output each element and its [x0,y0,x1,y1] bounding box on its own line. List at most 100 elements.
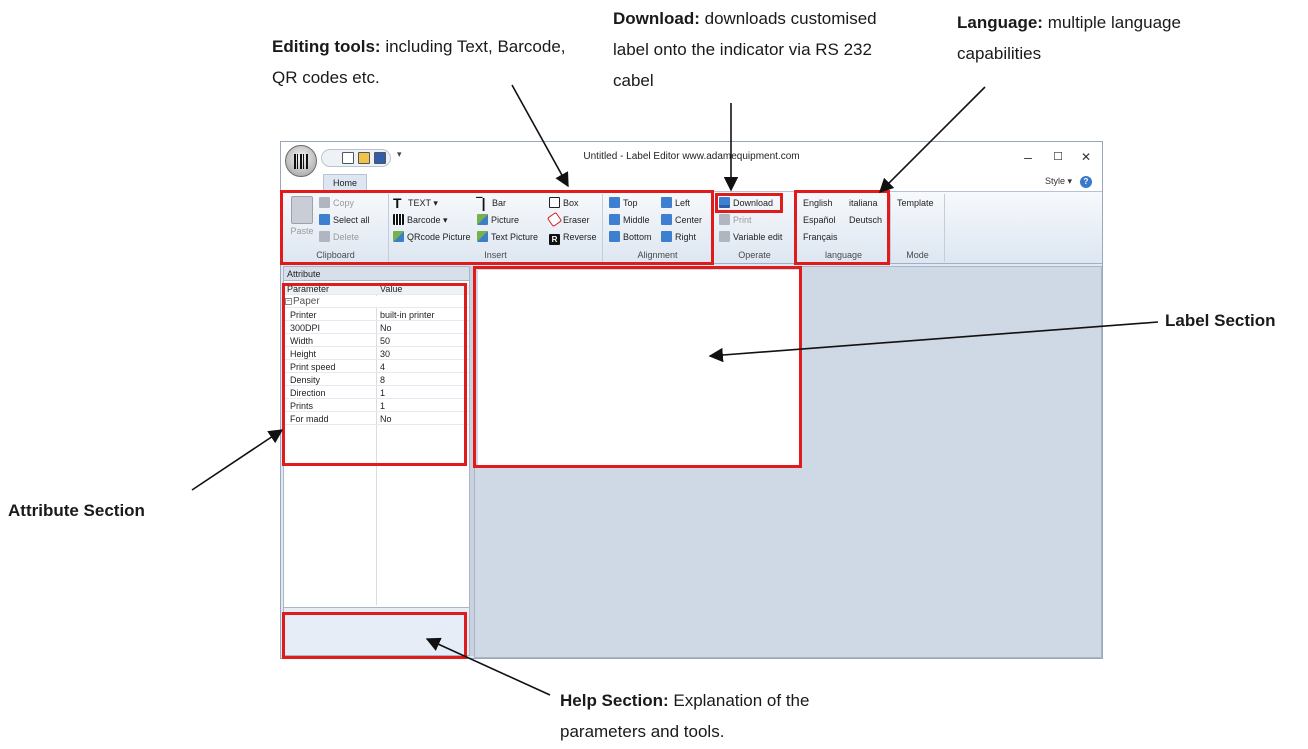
parameter-value[interactable]: built-in printer [380,309,435,321]
align-bottom-button[interactable]: Bottom [609,230,652,244]
app-menu-button[interactable] [285,145,317,177]
group-insert: T TEXT ▾ Barcode ▾ QRcode Picture ‾| Bar P… [389,194,603,262]
callout-attribute-section: Attribute Section [8,495,145,526]
parameter-value[interactable]: 4 [380,361,385,373]
group-clipboard: Paste Copy Select all Delete Clipboard [283,194,389,262]
align-center-button[interactable]: Center [661,213,702,227]
table-row[interactable]: Width 50 [284,335,469,347]
callout-language: Language: multiple language capabilities [957,7,1182,69]
copy-icon [319,197,330,208]
collapse-icon[interactable]: − [285,298,292,305]
parameter-value[interactable]: 50 [380,335,390,347]
language-english[interactable]: English [803,196,833,210]
print-button[interactable]: Print [719,213,752,227]
align-left-button[interactable]: Left [661,196,690,210]
parameter-value[interactable]: 30 [380,348,390,360]
tab-home[interactable]: Home [323,174,367,193]
parameter-column-header: Parameter [287,284,330,294]
reverse-button[interactable]: R Reverse [549,230,597,245]
group-mode: Template Mode [891,194,945,262]
align-top-button[interactable]: Top [609,196,638,210]
bar-button[interactable]: ‾| Bar [477,196,506,210]
save-icon[interactable] [374,152,386,164]
style-menu[interactable]: Style ▾ [1045,176,1072,187]
table-row[interactable]: Height 30 [284,348,469,360]
ribbon-tabs: Home Style ▾ ? [281,172,1102,193]
minimize-button[interactable]: – [1014,148,1042,166]
attribute-pane-title: Attribute [284,267,469,281]
variable-edit-button[interactable]: Variable edit [719,230,782,244]
attribute-pane: Attribute Parameter Value − Paper Printe… [283,266,470,656]
style-label: Style [1044,176,1065,186]
download-label: Download [733,198,774,208]
qat-customize-icon[interactable]: ▾ [397,149,402,160]
language-deutsch[interactable]: Deutsch [849,213,882,227]
align-middle-button[interactable]: Middle [609,213,650,227]
text-picture-label: Text Picture [491,232,539,242]
table-row[interactable]: For madd No [284,413,469,425]
label-canvas[interactable] [478,270,802,466]
maximize-button[interactable]: ☐ [1044,148,1072,166]
box-button[interactable]: Box [549,196,579,210]
align-middle-label: Middle [623,215,650,225]
select-all-button[interactable]: Select all [319,213,370,227]
group-label-clipboard: Clipboard [316,250,355,260]
align-top-label: Top [623,198,638,208]
language-espanol[interactable]: Español [803,213,836,227]
text-button[interactable]: T TEXT ▾ [393,196,438,210]
callout-help-title: Help Section: [560,691,669,710]
parameter-name: Height [290,349,317,359]
table-row[interactable]: 300DPI No [284,322,469,334]
parameter-name: Width [290,336,314,346]
barcode-label: Barcode [407,215,441,225]
parameter-value[interactable]: 1 [380,387,385,399]
callout-download: Download: downloads customised label ont… [613,3,883,96]
close-button[interactable]: ✕ [1072,148,1100,166]
align-left-icon [661,197,672,208]
align-bottom-label: Bottom [623,232,652,242]
picture-button[interactable]: Picture [477,213,519,227]
picture-icon [477,214,488,225]
table-row[interactable]: Density 8 [284,374,469,386]
open-folder-icon[interactable] [358,152,370,164]
new-file-icon[interactable] [342,152,354,164]
callout-label-section: Label Section [1165,305,1276,336]
text-picture-button[interactable]: Text Picture [477,230,538,244]
table-row[interactable]: Printer built-in printer [284,309,469,321]
parameter-value[interactable]: 1 [380,400,385,412]
group-operate: Download Print Variable edit Operate [713,194,797,262]
paste-button[interactable]: Paste [287,196,315,240]
arrow-attribute-section [191,429,284,491]
delete-icon [319,231,330,242]
table-row[interactable]: Print speed 4 [284,361,469,373]
parameter-value[interactable]: No [380,413,392,425]
download-button[interactable]: Download [719,196,773,210]
parameter-value[interactable]: No [380,322,392,334]
language-italiana[interactable]: italiana [849,196,878,210]
table-row[interactable]: Prints 1 [284,400,469,412]
callout-attribute-title: Attribute Section [8,501,145,520]
select-all-icon [319,214,330,225]
category-paper[interactable]: − Paper [284,296,469,308]
delete-button[interactable]: Delete [319,230,359,244]
parameter-name: 300DPI [290,323,321,333]
align-right-icon [661,231,672,242]
table-row[interactable]: Direction 1 [284,387,469,399]
reverse-icon: R [549,234,560,245]
template-button[interactable]: Template [897,196,934,210]
align-top-icon [609,197,620,208]
language-francais[interactable]: Français [803,230,838,244]
qrcode-picture-button[interactable]: QRcode Picture [393,230,471,244]
grid-header: Parameter Value [284,283,469,295]
align-bottom-icon [609,231,620,242]
parameter-name: Print speed [290,362,336,372]
help-icon[interactable]: ? [1080,176,1092,188]
copy-button[interactable]: Copy [319,196,354,210]
parameter-value[interactable]: 8 [380,374,385,386]
eraser-button[interactable]: Eraser [546,211,590,228]
align-right-button[interactable]: Right [661,230,696,244]
barcode-button[interactable]: Barcode ▾ [393,213,448,227]
callout-download-title: Download: [613,9,700,28]
align-center-icon [661,214,672,225]
bar-icon: ‾| [477,195,486,211]
